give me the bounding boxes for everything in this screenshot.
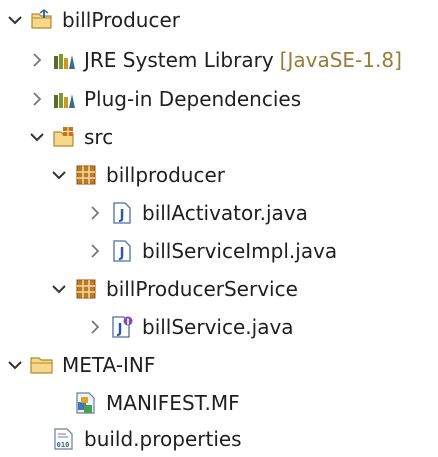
tree-item-label: billService.java xyxy=(142,315,294,339)
svg-text:I: I xyxy=(127,318,130,327)
chevron-right-icon[interactable] xyxy=(84,233,106,269)
tree-item-src[interactable]: src xyxy=(0,119,438,155)
chevron-right-icon[interactable] xyxy=(26,81,48,117)
folder-icon xyxy=(30,353,54,377)
tree-item-label: JRE System Library xyxy=(84,48,274,72)
chevron-down-icon[interactable] xyxy=(4,2,26,38)
tree-item-label: billServiceImpl.java xyxy=(142,239,338,263)
tree-item-plugin-dependencies[interactable]: Plug-in Dependencies xyxy=(0,81,438,117)
chevron-down-icon[interactable] xyxy=(26,119,48,155)
project-folder-icon xyxy=(30,8,54,32)
java-interface-icon: J I xyxy=(110,315,134,339)
svg-text:J: J xyxy=(117,322,123,337)
tree-item-billservice-java[interactable]: J I billService.java xyxy=(0,309,438,345)
project-explorer-tree: billProducer JRE System Library [JavaSE-… xyxy=(0,0,438,451)
properties-file-icon: 010 xyxy=(52,427,76,451)
tree-item-label: Plug-in Dependencies xyxy=(84,87,302,111)
svg-text:J: J xyxy=(119,208,125,223)
tree-item-build-properties[interactable]: 010 build.properties xyxy=(0,421,438,457)
source-folder-icon xyxy=(52,125,76,149)
chevron-down-icon[interactable] xyxy=(48,157,70,193)
svg-text:J: J xyxy=(119,246,125,261)
java-class-icon: J xyxy=(110,201,134,225)
tree-item-jre-system-library[interactable]: JRE System Library [JavaSE-1.8] xyxy=(0,42,438,78)
tree-item-label: billproducer xyxy=(106,163,225,187)
tree-item-label: billProducer xyxy=(62,8,180,32)
jre-version-decoration: [JavaSE-1.8] xyxy=(279,48,402,72)
tree-item-billactivator-java[interactable]: J billActivator.java xyxy=(0,195,438,231)
tree-item-label: META-INF xyxy=(62,353,156,377)
library-icon xyxy=(52,48,76,72)
package-icon xyxy=(74,163,98,187)
tree-item-package-billproducerservice[interactable]: billProducerService xyxy=(0,271,438,307)
chevron-right-icon[interactable] xyxy=(84,309,106,345)
chevron-right-icon[interactable] xyxy=(26,42,48,78)
java-class-icon: J xyxy=(110,239,134,263)
tree-item-label: billActivator.java xyxy=(142,201,308,225)
package-icon xyxy=(74,277,98,301)
tree-item-meta-inf[interactable]: META-INF xyxy=(0,347,438,383)
tree-item-manifest-mf[interactable]: MANIFEST.MF xyxy=(0,385,438,421)
chevron-down-icon[interactable] xyxy=(4,347,26,383)
library-icon xyxy=(52,87,76,111)
tree-item-label: billProducerService xyxy=(106,277,298,301)
tree-item-label: build.properties xyxy=(84,427,242,451)
chevron-down-icon[interactable] xyxy=(48,271,70,307)
tree-item-billserviceimpl-java[interactable]: J billServiceImpl.java xyxy=(0,233,438,269)
tree-item-billproducer-project[interactable]: billProducer xyxy=(0,2,438,38)
chevron-right-icon[interactable] xyxy=(84,195,106,231)
tree-item-label: MANIFEST.MF xyxy=(106,391,240,415)
tree-item-label: src xyxy=(84,125,114,149)
manifest-icon xyxy=(74,391,98,415)
tree-item-package-billproducer[interactable]: billproducer xyxy=(0,157,438,193)
svg-text:010: 010 xyxy=(57,441,70,449)
